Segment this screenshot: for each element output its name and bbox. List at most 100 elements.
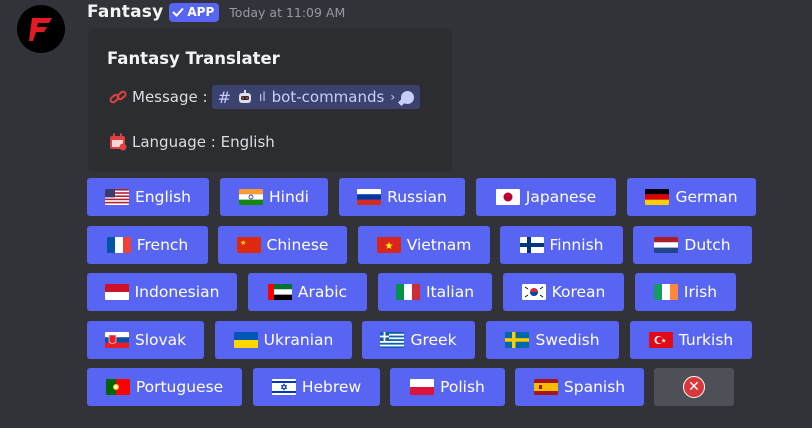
chevron-right-icon: › [390, 90, 396, 104]
language-button-hindi[interactable]: Hindi [220, 178, 328, 216]
app-badge-label: APP [187, 5, 215, 19]
language-button-hebrew[interactable]: Hebrew [253, 368, 380, 406]
language-button-japanese[interactable]: Japanese [476, 178, 616, 216]
message-field: Message : # ıl bot-commands › [108, 85, 421, 109]
language-label: Language : English [132, 133, 275, 151]
button-label: Vietnam [406, 236, 472, 254]
button-label: Ukranian [263, 331, 334, 349]
us-flag-icon [105, 189, 130, 205]
message-label: Message : [132, 88, 208, 106]
language-button-english[interactable]: English [87, 178, 209, 216]
embed-card: Fantasy Translater Message : # ıl bot-co… [88, 28, 452, 172]
vietnam-flag-icon: ★ [376, 237, 401, 253]
button-label: Indonesian [134, 283, 220, 301]
button-label: Spanish [563, 378, 626, 396]
robot-icon [238, 90, 251, 103]
channel-mention[interactable]: # ıl bot-commands › [211, 85, 421, 109]
ukraine-flag-icon [233, 332, 258, 348]
bot-name[interactable]: Fantasy [87, 2, 163, 22]
language-field: Language : English [108, 132, 275, 152]
language-button-korean[interactable]: Korean [503, 273, 624, 311]
button-label: Japanese [525, 188, 597, 206]
china-flag-icon: ★ [236, 237, 261, 253]
button-label: Italian [425, 283, 475, 301]
button-label: French [136, 236, 189, 254]
poland-flag-icon [410, 379, 435, 395]
button-label: German [675, 188, 738, 206]
app-badge: APP [169, 2, 220, 22]
spain-flag-icon [533, 379, 558, 395]
close-button[interactable]: ✕ [654, 368, 734, 406]
button-label: Polish [440, 378, 485, 396]
india-flag-icon [239, 189, 264, 205]
language-button-polish[interactable]: Polish [390, 368, 505, 406]
language-button-finnish[interactable]: Finnish [500, 226, 623, 264]
svg-text:★: ★ [240, 239, 246, 247]
language-button-russian[interactable]: Russian [339, 178, 465, 216]
language-button-chinese[interactable]: ★ Chinese [218, 226, 347, 264]
language-button-ukranian[interactable]: Ukranian [215, 321, 352, 359]
japan-flag-icon [495, 189, 520, 205]
sweden-flag-icon [505, 332, 530, 348]
button-label: Turkish [678, 331, 734, 349]
israel-flag-icon [271, 379, 296, 395]
italy-flag-icon [395, 284, 420, 300]
button-label: Hindi [269, 188, 309, 206]
korea-flag-icon [521, 284, 546, 300]
channel-name: bot-commands [271, 88, 385, 106]
greece-flag-icon [380, 332, 405, 348]
language-button-turkish[interactable]: ★ Turkish [630, 321, 752, 359]
language-button-dutch[interactable]: Dutch [633, 226, 752, 264]
button-label: Portuguese [135, 378, 224, 396]
embed-title: Fantasy Translater [107, 49, 280, 68]
germany-flag-icon [645, 189, 670, 205]
language-button-german[interactable]: German [627, 178, 756, 216]
slovakia-flag-icon [104, 332, 129, 348]
close-icon: ✕ [683, 376, 705, 398]
button-label: Irish [683, 283, 718, 301]
uae-flag-icon [267, 284, 292, 300]
button-label: Finnish [549, 236, 604, 254]
button-label: Swedish [535, 331, 600, 349]
language-button-vietnam[interactable]: ★ Vietnam [358, 226, 490, 264]
language-button-swedish[interactable]: Swedish [486, 321, 619, 359]
chat-bubble-icon [401, 90, 415, 104]
divider-bar-icon: ıl [258, 90, 266, 104]
indonesia-flag-icon [104, 284, 129, 300]
language-button-indonesian[interactable]: Indonesian [87, 273, 237, 311]
button-label: Chinese [266, 236, 329, 254]
language-button-portuguese[interactable]: Portuguese [87, 368, 242, 406]
button-label: Hebrew [301, 378, 362, 396]
finland-flag-icon [519, 237, 544, 253]
language-button-greek[interactable]: Greek [362, 321, 475, 359]
ireland-flag-icon [653, 284, 678, 300]
button-label: Arabic [297, 283, 348, 301]
button-label: Greek [410, 331, 457, 349]
button-label: Slovak [134, 331, 187, 349]
svg-text:★: ★ [661, 338, 666, 345]
checkmark-icon [172, 7, 185, 17]
language-button-slovak[interactable]: Slovak [87, 321, 204, 359]
language-button-irish[interactable]: Irish [635, 273, 736, 311]
button-label: Russian [387, 188, 447, 206]
link-chain-icon [108, 87, 128, 107]
russia-flag-icon [357, 189, 382, 205]
message-header: Fantasy APP Today at 11:09 AM [87, 0, 345, 24]
button-label: Dutch [684, 236, 731, 254]
language-button-italian[interactable]: Italian [378, 273, 492, 311]
language-button-french[interactable]: French [87, 226, 208, 264]
language-button-arabic[interactable]: Arabic [248, 273, 367, 311]
turkey-flag-icon: ★ [648, 332, 673, 348]
netherlands-flag-icon [654, 237, 679, 253]
fantasy-logo-icon [29, 18, 52, 41]
hash-icon: # [217, 87, 231, 107]
calendar-icon [108, 132, 128, 152]
button-label: Korean [551, 283, 606, 301]
france-flag-icon [106, 237, 131, 253]
button-label: English [135, 188, 191, 206]
bot-avatar[interactable] [17, 5, 65, 53]
language-button-spanish[interactable]: Spanish [515, 368, 644, 406]
portugal-flag-icon [105, 379, 130, 395]
svg-text:★: ★ [384, 241, 393, 252]
timestamp: Today at 11:09 AM [229, 4, 346, 20]
